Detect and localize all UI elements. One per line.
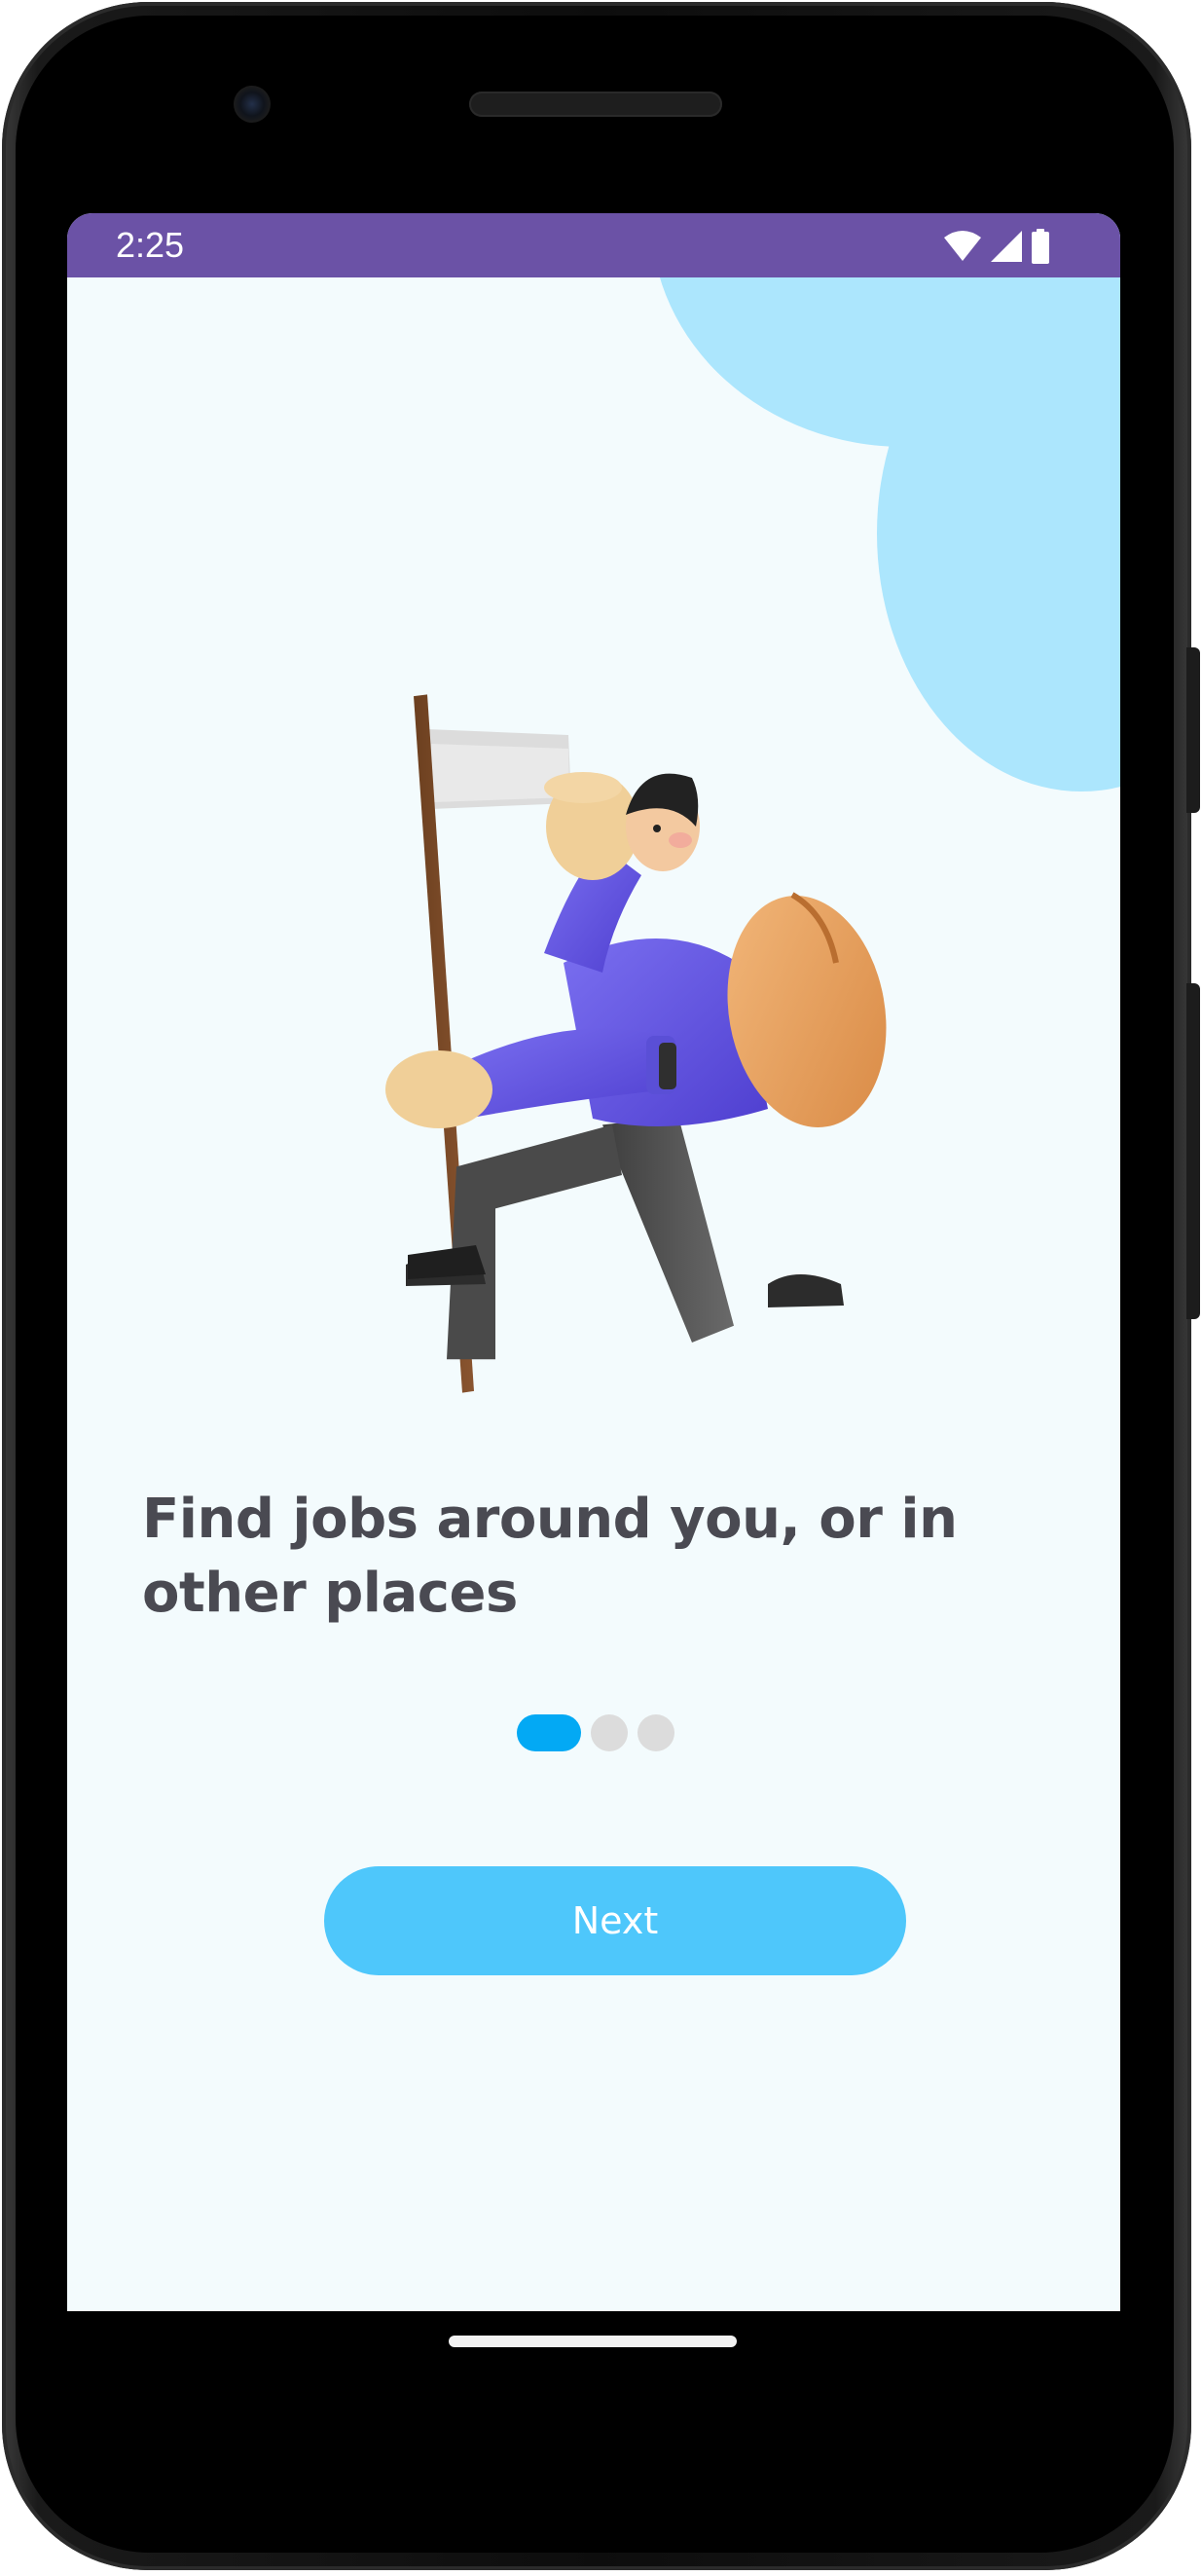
page-indicator — [517, 1713, 674, 1752]
device-frame: 2:25 Find jobs around you, or in other p… — [0, 0, 1202, 2576]
volume-button — [1186, 983, 1200, 1319]
page-dot-3[interactable] — [637, 1714, 674, 1751]
onboarding-headline: Find jobs around you, or in other places — [142, 1488, 958, 1625]
page-dot-1[interactable] — [517, 1714, 581, 1751]
hiker-with-flag-illustration — [385, 694, 887, 1393]
app-screen: 2:25 Find jobs around you, or in other p… — [67, 213, 1120, 2311]
cell-signal-icon — [991, 231, 1022, 262]
battery-icon — [1032, 229, 1049, 264]
status-time: 2:25 — [116, 225, 185, 265]
home-indicator[interactable] — [449, 2336, 737, 2347]
page-dot-2[interactable] — [591, 1714, 628, 1751]
status-bar: 2:25 — [67, 213, 1120, 277]
wifi-icon — [944, 231, 981, 261]
earpiece-speaker — [469, 92, 722, 117]
power-button — [1186, 647, 1200, 813]
next-button[interactable]: Next — [324, 1866, 906, 1975]
front-camera — [234, 86, 271, 123]
status-icons — [943, 229, 1050, 264]
